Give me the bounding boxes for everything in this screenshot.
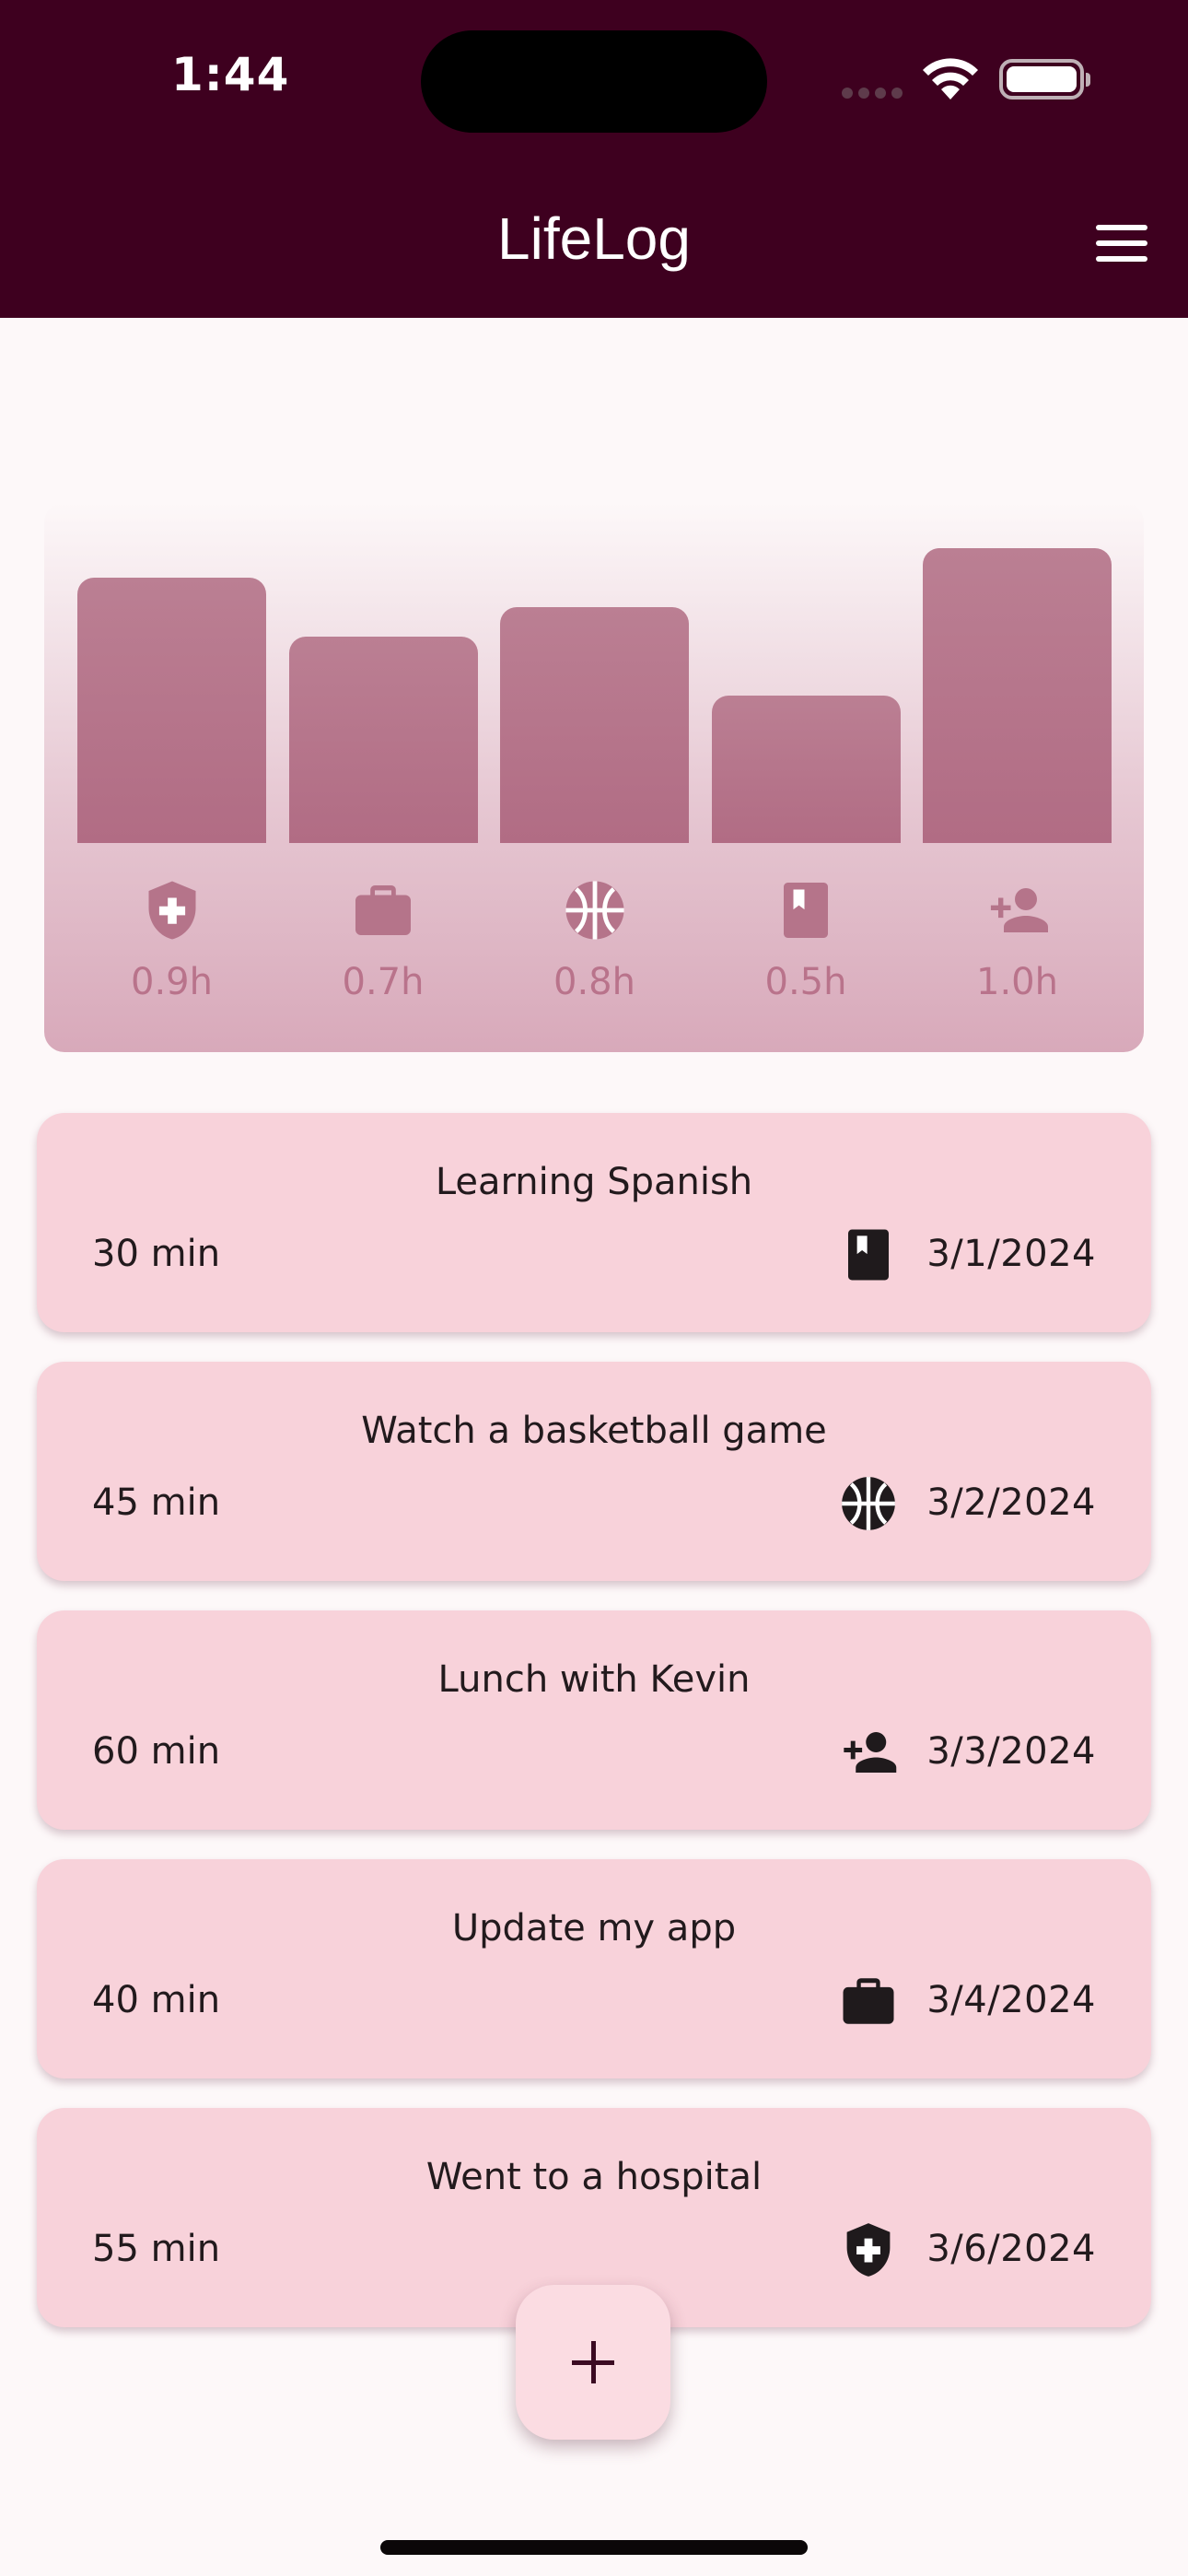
entry-date: 3/2/2024 bbox=[926, 1481, 1096, 1524]
person-add-icon bbox=[984, 877, 1051, 943]
chart-bars bbox=[44, 502, 1144, 843]
chart-bar-label: 0.9h bbox=[131, 961, 213, 1003]
book-icon bbox=[838, 1224, 899, 1285]
chart-bar-label: 1.0h bbox=[976, 961, 1058, 1003]
entry-title: Watch a basketball game bbox=[361, 1410, 827, 1452]
work-briefcase-icon bbox=[838, 1971, 899, 2032]
entry-date: 3/1/2024 bbox=[926, 1233, 1096, 1275]
entry-duration: 60 min bbox=[92, 1730, 221, 1773]
home-indicator bbox=[380, 2540, 808, 2555]
battery-icon bbox=[999, 59, 1090, 100]
entry-date: 3/6/2024 bbox=[926, 2228, 1096, 2270]
entry-duration: 45 min bbox=[92, 1481, 221, 1524]
time-summary-chart: 0.9h 0.7h 0.8h 0.5h 1.0h bbox=[44, 502, 1144, 1052]
entry-date: 3/3/2024 bbox=[926, 1730, 1096, 1773]
app-title: LifeLog bbox=[497, 205, 691, 272]
chart-bar-work bbox=[288, 637, 478, 843]
entry-duration: 40 min bbox=[92, 1979, 221, 2021]
entry-card[interactable]: Learning Spanish 30 min 3/1/2024 bbox=[37, 1113, 1151, 1332]
status-time: 1:44 bbox=[171, 48, 290, 101]
menu-button[interactable] bbox=[1085, 214, 1159, 273]
health-shield-icon bbox=[139, 877, 205, 943]
entry-duration: 30 min bbox=[92, 1233, 221, 1275]
entry-title: Learning Spanish bbox=[435, 1161, 753, 1203]
basketball-icon bbox=[838, 1473, 899, 1534]
health-shield-icon bbox=[838, 2219, 899, 2280]
entry-card[interactable]: Lunch with Kevin 60 min 3/3/2024 bbox=[37, 1610, 1151, 1830]
chart-bar-sports bbox=[500, 607, 689, 843]
book-icon bbox=[773, 877, 839, 943]
work-briefcase-icon bbox=[350, 877, 416, 943]
entry-duration: 55 min bbox=[92, 2228, 221, 2270]
status-bar: 1:44 bbox=[0, 0, 1188, 161]
entry-title: Went to a hospital bbox=[425, 2156, 763, 2198]
entry-card[interactable]: Watch a basketball game 45 min 3/2/2024 bbox=[37, 1362, 1151, 1581]
cellular-signal-icon bbox=[842, 88, 904, 100]
chart-bar-label: 0.8h bbox=[553, 961, 635, 1003]
chart-bar-label: 0.7h bbox=[342, 961, 425, 1003]
basketball-icon bbox=[562, 877, 628, 943]
entry-card[interactable]: Update my app 40 min 3/4/2024 bbox=[37, 1859, 1151, 2078]
entry-title: Update my app bbox=[451, 1907, 737, 1950]
chart-bar-social bbox=[923, 548, 1112, 843]
chart-bar-health bbox=[77, 578, 266, 843]
entry-date: 3/4/2024 bbox=[926, 1979, 1096, 2021]
entry-title: Lunch with Kevin bbox=[437, 1658, 751, 1701]
chart-bar-study bbox=[711, 696, 901, 843]
app-bar: 1:44 LifeLog bbox=[0, 0, 1188, 318]
add-entry-button[interactable] bbox=[516, 2285, 670, 2440]
dynamic-island bbox=[421, 30, 767, 133]
chart-bar-label: 0.5h bbox=[764, 961, 847, 1003]
person-add-icon bbox=[838, 1722, 899, 1783]
wifi-icon bbox=[923, 58, 978, 100]
